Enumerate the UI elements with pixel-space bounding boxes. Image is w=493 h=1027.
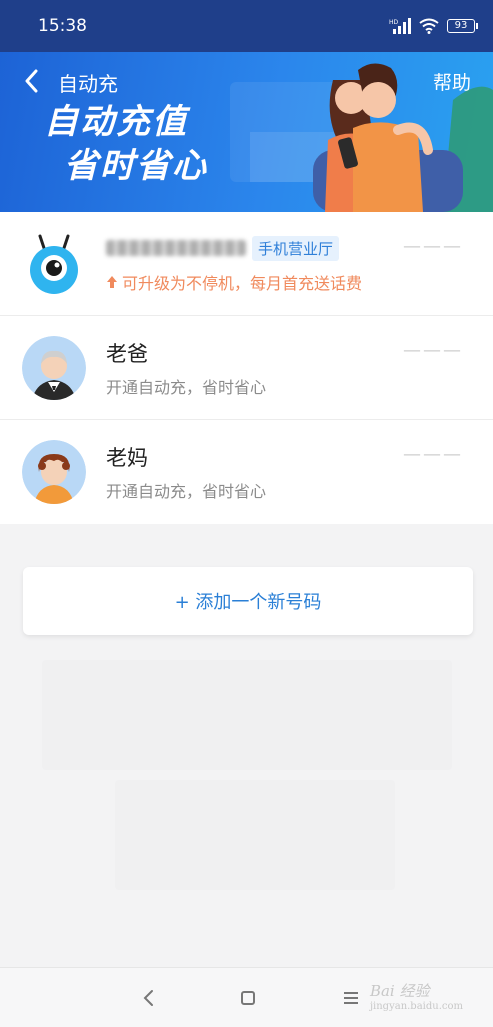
mascot-icon (30, 234, 78, 294)
couple-illustration (313, 63, 493, 212)
header-banner: 自动充 帮助 自动充值 省时省心 (0, 52, 493, 212)
watermark-url: jingyan.baidu.com (369, 1001, 463, 1012)
system-nav-bar: Bai 经验 jingyan.baidu.com (0, 967, 493, 1027)
banner-slogan: 自动充值 省时省心 (44, 100, 208, 188)
list-item[interactable]: 手机营业厅 可升级为不停机，每月首充送话费 ——— (0, 212, 493, 316)
battery-icon: 93 (447, 19, 478, 33)
source-badge: 手机营业厅 (252, 236, 340, 261)
add-number-button[interactable]: + 添加一个新号码 (23, 567, 473, 635)
contact-name: 老爸 (106, 342, 148, 366)
chevron-left-icon (143, 990, 153, 1006)
avatar (22, 232, 86, 296)
status-icons: HD 93 (389, 18, 478, 34)
slogan-line-2: 省时省心 (64, 146, 208, 186)
watermark: Bai 经验 jingyan.baidu.com (370, 980, 463, 1012)
nav-home-button[interactable] (234, 984, 262, 1012)
contact-name: 老妈 (106, 446, 148, 470)
status-bar: 15:38 HD 93 (0, 0, 493, 52)
menu-icon (344, 992, 358, 1004)
arrow-up-icon (106, 274, 118, 293)
contact-subtitle: 开通自动充，省时省心 (106, 378, 267, 397)
watermark-brand: Bai 经验 (369, 982, 430, 1000)
mom-avatar-icon (22, 440, 86, 504)
network-label: HD (389, 19, 399, 26)
contact-subtitle: 开通自动充，省时省心 (106, 482, 267, 501)
more-options-icon[interactable]: ——— (403, 340, 463, 361)
account-list: 手机营业厅 可升级为不停机，每月首充送话费 ——— 老爸 开通自动充，省时省心 … (0, 212, 493, 524)
more-options-icon[interactable]: ——— (403, 444, 463, 465)
avatar (22, 336, 86, 400)
chevron-left-icon (25, 69, 38, 93)
signal-icon: HD (389, 18, 411, 34)
back-button[interactable] (18, 66, 44, 96)
avatar (22, 440, 86, 504)
more-options-icon[interactable]: ——— (403, 236, 463, 257)
list-item[interactable]: 老妈 开通自动充，省时省心 ——— (0, 420, 493, 524)
background-decoration (42, 660, 452, 770)
background-decoration (115, 780, 395, 890)
list-item[interactable]: 老爸 开通自动充，省时省心 ——— (0, 316, 493, 420)
promo-text: 可升级为不停机，每月首充送话费 (106, 270, 362, 294)
phone-number (106, 234, 246, 261)
nav-menu-button[interactable] (337, 984, 365, 1012)
masked-number (106, 240, 246, 256)
home-square-icon (241, 991, 255, 1005)
page-title: 自动充 (58, 72, 118, 96)
clock: 15:38 (38, 16, 87, 36)
dad-avatar-icon (22, 336, 86, 400)
slogan-line-1: 自动充值 (44, 102, 188, 142)
wifi-icon (419, 18, 439, 34)
promo-label: 可升级为不停机，每月首充送话费 (122, 274, 363, 293)
nav-back-button[interactable] (134, 984, 162, 1012)
